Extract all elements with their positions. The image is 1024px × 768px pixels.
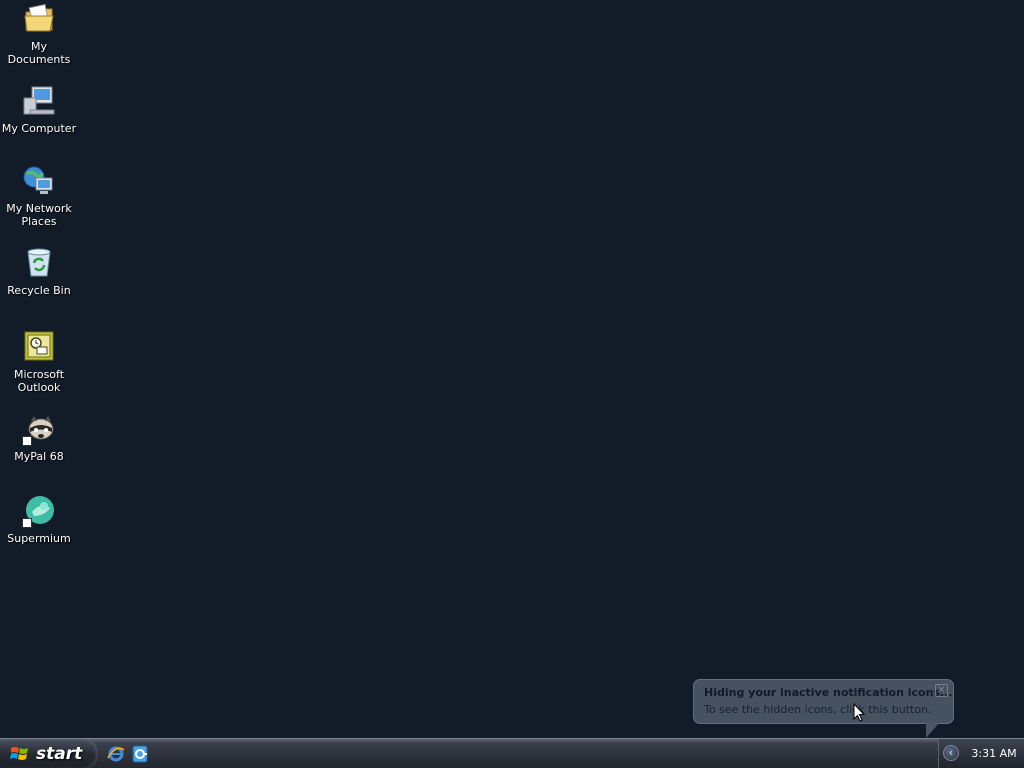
computer-icon <box>22 84 56 118</box>
outlook-icon <box>22 330 56 364</box>
balloon-text: To see the hidden icons, click this butt… <box>704 703 932 716</box>
windows-flag-icon <box>10 747 28 760</box>
desktop-icon-supermium[interactable]: Supermium <box>0 494 78 545</box>
desktop-icon-label: MyPal 68 <box>14 450 64 463</box>
shortcut-arrow-icon <box>22 518 32 528</box>
desktop-icon-label: Microsoft Outlook <box>13 368 65 394</box>
desktop-icon-label: My Documents <box>7 40 71 66</box>
internet-explorer-icon[interactable] <box>106 744 126 764</box>
desktop-icon-recycle-bin[interactable]: Recycle Bin <box>0 246 78 297</box>
system-tray: ‹ 3:31 AM <box>938 739 1024 768</box>
mypal-icon <box>22 412 56 446</box>
desktop-icon-my-documents[interactable]: My Documents <box>0 2 78 66</box>
network-places-icon <box>22 164 56 198</box>
taskbar: start ‹ 3:31 AM <box>0 738 1024 768</box>
desktop-icon-label: My Network Places <box>6 202 72 228</box>
clock[interactable]: 3:31 AM <box>967 739 1021 768</box>
folder-documents-icon <box>22 2 56 36</box>
desktop-icon-mypal-68[interactable]: MyPal 68 <box>0 412 78 463</box>
balloon-title: Hiding your inactive notification icons.… <box>704 686 953 699</box>
mouse-cursor-icon <box>853 703 865 722</box>
supermium-icon <box>22 494 56 528</box>
desktop-icon-label: Recycle Bin <box>7 284 71 297</box>
desktop-icon-my-network-places[interactable]: My Network Places <box>0 164 78 228</box>
outlook-express-icon[interactable] <box>130 744 150 764</box>
desktop: My Documents My Computer My Network Plac… <box>0 0 1024 738</box>
close-icon[interactable]: ✕ <box>935 684 948 697</box>
desktop-icon-label: My Computer <box>1 122 77 135</box>
notification-balloon[interactable]: Hiding your inactive notification icons.… <box>693 679 954 724</box>
shortcut-arrow-icon <box>22 436 32 446</box>
start-button[interactable]: start <box>0 739 98 768</box>
balloon-tail <box>926 722 940 738</box>
desktop-icon-my-computer[interactable]: My Computer <box>0 84 78 135</box>
quick-launch-bar <box>106 744 150 764</box>
desktop-icon-microsoft-outlook[interactable]: Microsoft Outlook <box>0 330 78 394</box>
show-hidden-icons-button[interactable]: ‹ <box>943 745 959 761</box>
start-label: start <box>36 744 83 764</box>
desktop-icon-label: Supermium <box>7 532 71 545</box>
recycle-bin-icon <box>22 246 56 280</box>
